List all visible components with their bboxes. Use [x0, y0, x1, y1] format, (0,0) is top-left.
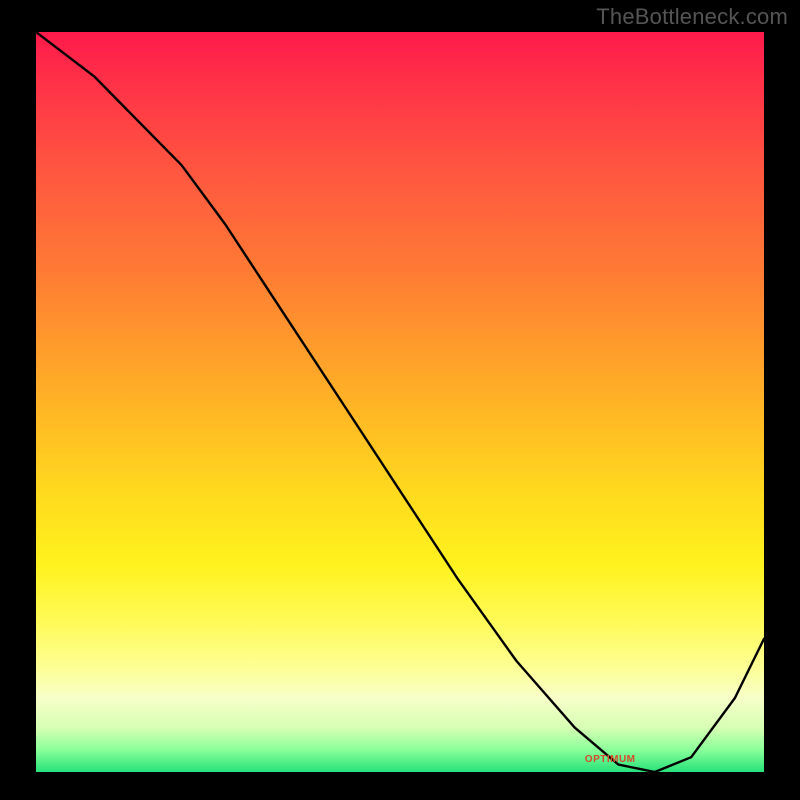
watermark-text: TheBottleneck.com — [596, 4, 788, 30]
optimum-label: OPTIMUM — [585, 754, 636, 765]
chart-frame: TheBottleneck.com OPTIMUM — [0, 0, 800, 800]
plot-area: OPTIMUM — [36, 32, 764, 772]
curve-path — [36, 32, 764, 772]
bottleneck-curve — [36, 32, 764, 772]
